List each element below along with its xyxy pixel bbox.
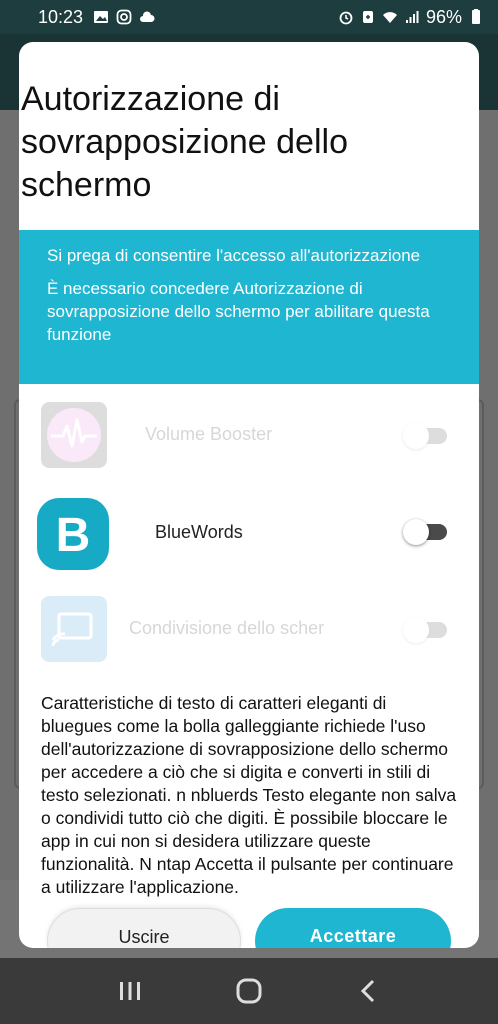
wifi-icon (382, 12, 397, 23)
toggle-thumb (403, 617, 429, 643)
notification-icons (93, 9, 155, 25)
app-toggle-volume-booster (403, 422, 449, 449)
dialog-title: Autorizzazione di sovrapposizione dello … (21, 80, 348, 204)
data-saver-icon (362, 11, 373, 23)
banner-line-1: Si prega di consentire l'accesso all'aut… (47, 246, 421, 265)
alarm-icon (339, 11, 353, 25)
accept-button[interactable]: Accettare (255, 908, 451, 948)
banner-line-2: È necessario concedere Autorizzazione di… (47, 279, 430, 344)
recent-apps-button[interactable] (113, 974, 147, 1008)
toggle-thumb (403, 519, 429, 545)
bluewords-icon: B (37, 498, 109, 570)
permission-description: Caratteristiche di testo di caratteri el… (41, 693, 457, 897)
app-name: BlueWords (155, 522, 243, 542)
back-icon (361, 979, 375, 1003)
app-name: Condivisione dello scher (129, 618, 325, 638)
signal-icon (405, 11, 419, 23)
status-bar: 10:23 96% (0, 0, 498, 34)
gallery-icon (94, 11, 109, 23)
exit-button[interactable]: Uscire (47, 908, 241, 948)
permission-banner: Si prega di consentire l'accesso all'aut… (19, 230, 479, 384)
app-toggle-screen-share (403, 616, 449, 643)
instagram-icon (116, 9, 132, 25)
volume-booster-icon (41, 402, 107, 468)
screen-share-icon (41, 596, 107, 662)
home-icon (236, 978, 262, 1004)
battery-icon (472, 9, 480, 24)
toggle-thumb (403, 423, 429, 449)
home-button[interactable] (232, 974, 266, 1008)
app-name: Volume Booster (145, 424, 273, 444)
recent-apps-icon (119, 982, 140, 1000)
app-row-screen-share: Condivisione dello scher (19, 590, 479, 670)
bluewords-icon-letter: B (56, 509, 91, 562)
app-row-volume-booster: Volume Booster (19, 396, 479, 476)
app-row-bluewords: B BlueWords (19, 492, 479, 572)
navigation-bar (0, 958, 498, 1024)
app-toggle-bluewords[interactable] (403, 518, 449, 545)
clock: 10:23 (38, 6, 84, 27)
back-button[interactable] (351, 974, 385, 1008)
cloud-icon (140, 11, 155, 22)
battery-percent: 96% (425, 6, 462, 27)
overlay-permission-dialog: Autorizzazione di sovrapposizione dello … (19, 42, 479, 948)
